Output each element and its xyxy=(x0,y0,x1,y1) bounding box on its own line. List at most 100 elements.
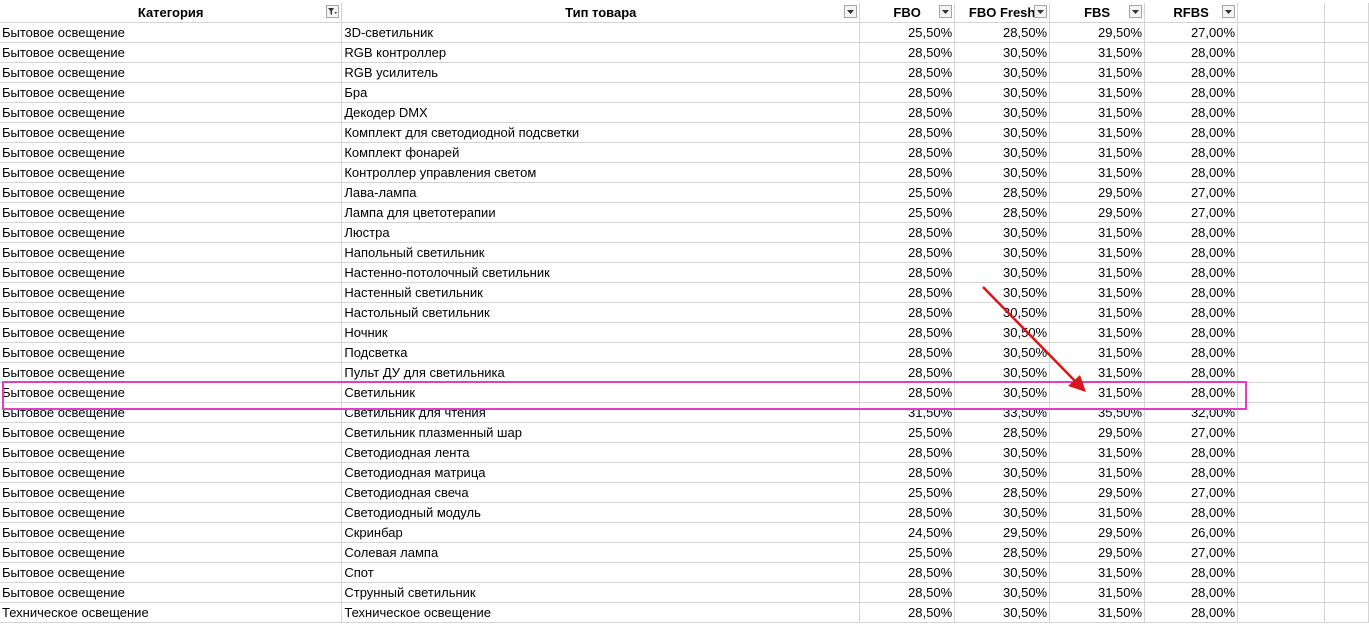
cell-type[interactable]: Спот xyxy=(341,562,861,583)
cell-category[interactable]: Бытовое освещение xyxy=(0,22,343,43)
cell-type[interactable]: Контроллер управления светом xyxy=(341,162,861,183)
cell-rfbs[interactable]: 28,00% xyxy=(1144,562,1239,583)
cell-type[interactable]: Светильник плазменный шар xyxy=(341,422,861,443)
empty-cell[interactable] xyxy=(1324,3,1369,23)
cell-rfbs[interactable]: 28,00% xyxy=(1144,582,1239,603)
empty-cell[interactable] xyxy=(1324,562,1369,583)
empty-cell[interactable] xyxy=(1237,322,1325,343)
empty-cell[interactable] xyxy=(1237,82,1325,103)
empty-cell[interactable] xyxy=(1324,422,1369,443)
cell-rfbs[interactable]: 28,00% xyxy=(1144,262,1239,283)
cell-fbo-fresh[interactable]: 28,50% xyxy=(954,202,1051,223)
cell-fbo-fresh[interactable]: 30,50% xyxy=(954,222,1051,243)
cell-fbs[interactable]: 29,50% xyxy=(1049,202,1146,223)
cell-fbo[interactable]: 25,50% xyxy=(859,422,956,443)
cell-rfbs[interactable]: 27,00% xyxy=(1144,542,1239,563)
cell-fbs[interactable]: 31,50% xyxy=(1049,462,1146,483)
cell-fbo[interactable]: 28,50% xyxy=(859,502,956,523)
cell-fbs[interactable]: 31,50% xyxy=(1049,262,1146,283)
cell-rfbs[interactable]: 27,00% xyxy=(1144,182,1239,203)
cell-category[interactable]: Бытовое освещение xyxy=(0,122,343,143)
cell-category[interactable]: Бытовое освещение xyxy=(0,482,343,503)
cell-fbo[interactable]: 28,50% xyxy=(859,62,956,83)
cell-fbo-fresh[interactable]: 30,50% xyxy=(954,42,1051,63)
cell-category[interactable]: Бытовое освещение xyxy=(0,582,343,603)
cell-fbo-fresh[interactable]: 30,50% xyxy=(954,342,1051,363)
cell-fbo[interactable]: 28,50% xyxy=(859,442,956,463)
cell-type[interactable]: Струнный светильник xyxy=(341,582,861,603)
empty-cell[interactable] xyxy=(1237,282,1325,303)
cell-fbo[interactable]: 25,50% xyxy=(859,542,956,563)
cell-category[interactable]: Бытовое освещение xyxy=(0,162,343,183)
empty-cell[interactable] xyxy=(1324,122,1369,143)
empty-cell[interactable] xyxy=(1324,142,1369,163)
cell-fbs[interactable]: 31,50% xyxy=(1049,102,1146,123)
cell-fbo-fresh[interactable]: 30,50% xyxy=(954,102,1051,123)
cell-category[interactable]: Бытовое освещение xyxy=(0,402,343,423)
empty-cell[interactable] xyxy=(1324,402,1369,423)
cell-type[interactable]: Светодиодная матрица xyxy=(341,462,861,483)
cell-category[interactable]: Бытовое освещение xyxy=(0,262,343,283)
cell-fbs[interactable]: 29,50% xyxy=(1049,482,1146,503)
cell-type[interactable]: RGB усилитель xyxy=(341,62,861,83)
chevron-down-icon[interactable] xyxy=(1034,5,1048,18)
chevron-down-icon[interactable] xyxy=(844,5,858,18)
empty-cell[interactable] xyxy=(1237,162,1325,183)
cell-fbs[interactable]: 31,50% xyxy=(1049,382,1146,403)
cell-fbo-fresh[interactable]: 30,50% xyxy=(954,122,1051,143)
empty-cell[interactable] xyxy=(1324,282,1369,303)
cell-fbo-fresh[interactable]: 28,50% xyxy=(954,542,1051,563)
cell-fbo[interactable]: 28,50% xyxy=(859,242,956,263)
cell-type[interactable]: 3D-светильник xyxy=(341,22,861,43)
cell-rfbs[interactable]: 28,00% xyxy=(1144,42,1239,63)
cell-fbo[interactable]: 28,50% xyxy=(859,42,956,63)
cell-rfbs[interactable]: 27,00% xyxy=(1144,202,1239,223)
cell-type[interactable]: Пульт ДУ для светильника xyxy=(341,362,861,383)
cell-fbo-fresh[interactable]: 30,50% xyxy=(954,262,1051,283)
cell-category[interactable]: Бытовое освещение xyxy=(0,202,343,223)
cell-fbs[interactable]: 31,50% xyxy=(1049,242,1146,263)
cell-fbo[interactable]: 28,50% xyxy=(859,462,956,483)
cell-category[interactable]: Техническое освещение xyxy=(0,602,343,623)
empty-cell[interactable] xyxy=(1237,182,1325,203)
cell-fbo[interactable]: 25,50% xyxy=(859,182,956,203)
cell-fbo[interactable]: 28,50% xyxy=(859,562,956,583)
cell-fbo[interactable]: 24,50% xyxy=(859,522,956,543)
cell-fbo[interactable]: 28,50% xyxy=(859,262,956,283)
cell-category[interactable]: Бытовое освещение xyxy=(0,382,343,403)
cell-rfbs[interactable]: 28,00% xyxy=(1144,162,1239,183)
cell-rfbs[interactable]: 28,00% xyxy=(1144,462,1239,483)
cell-rfbs[interactable]: 27,00% xyxy=(1144,422,1239,443)
cell-fbs[interactable]: 29,50% xyxy=(1049,22,1146,43)
cell-fbs[interactable]: 31,50% xyxy=(1049,302,1146,323)
cell-fbo-fresh[interactable]: 30,50% xyxy=(954,562,1051,583)
cell-category[interactable]: Бытовое освещение xyxy=(0,422,343,443)
cell-rfbs[interactable]: 28,00% xyxy=(1144,242,1239,263)
empty-cell[interactable] xyxy=(1237,122,1325,143)
empty-cell[interactable] xyxy=(1237,482,1325,503)
cell-fbo-fresh[interactable]: 30,50% xyxy=(954,62,1051,83)
cell-category[interactable]: Бытовое освещение xyxy=(0,102,343,123)
cell-category[interactable]: Бытовое освещение xyxy=(0,222,343,243)
cell-fbs[interactable]: 31,50% xyxy=(1049,222,1146,243)
cell-rfbs[interactable]: 28,00% xyxy=(1144,62,1239,83)
cell-rfbs[interactable]: 28,00% xyxy=(1144,382,1239,403)
cell-fbs[interactable]: 31,50% xyxy=(1049,62,1146,83)
empty-cell[interactable] xyxy=(1237,462,1325,483)
filter-funnel-icon[interactable] xyxy=(326,5,340,18)
cell-fbo[interactable]: 28,50% xyxy=(859,102,956,123)
empty-cell[interactable] xyxy=(1324,222,1369,243)
cell-fbs[interactable]: 31,50% xyxy=(1049,502,1146,523)
empty-cell[interactable] xyxy=(1237,262,1325,283)
empty-cell[interactable] xyxy=(1324,262,1369,283)
empty-cell[interactable] xyxy=(1324,462,1369,483)
cell-fbs[interactable]: 31,50% xyxy=(1049,142,1146,163)
cell-fbo[interactable]: 28,50% xyxy=(859,302,956,323)
empty-cell[interactable] xyxy=(1324,82,1369,103)
empty-cell[interactable] xyxy=(1237,142,1325,163)
empty-cell[interactable] xyxy=(1237,542,1325,563)
cell-rfbs[interactable]: 28,00% xyxy=(1144,302,1239,323)
empty-cell[interactable] xyxy=(1237,362,1325,383)
empty-cell[interactable] xyxy=(1324,442,1369,463)
cell-fbo[interactable]: 28,50% xyxy=(859,342,956,363)
